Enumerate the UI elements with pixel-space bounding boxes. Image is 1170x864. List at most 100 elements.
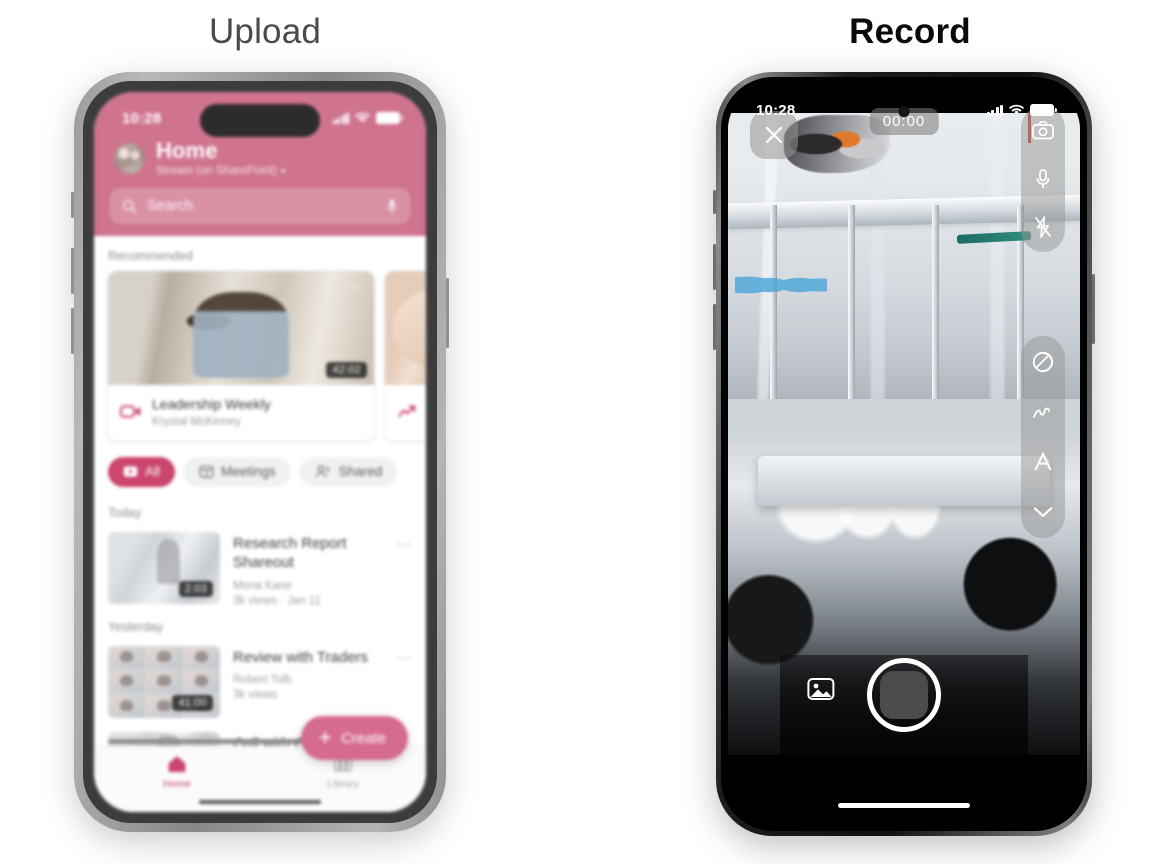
mute-switch[interactable] [71, 192, 74, 218]
flash-off-icon[interactable] [1030, 214, 1056, 240]
camera-tools-top[interactable] [1021, 106, 1065, 252]
camera-record-app: 10:28 00:00 [728, 84, 1080, 824]
wifi-icon [1009, 104, 1024, 115]
avatar[interactable] [114, 142, 145, 174]
chevron-down-icon[interactable] [1030, 499, 1056, 525]
phone-record: 10:28 00:00 [713, 72, 1095, 836]
more-options-icon[interactable]: ⋯ [349, 278, 365, 296]
recommended-label: Recommended [108, 249, 193, 264]
status-indicators [332, 112, 403, 124]
filter-chips[interactable]: All Meetings Shared [94, 441, 426, 493]
video-camera-icon [120, 405, 141, 419]
caption-record: Record [849, 12, 971, 51]
home-indicator [199, 799, 321, 804]
calendar-icon [199, 466, 214, 479]
tab-home[interactable]: Home [94, 754, 260, 790]
group-label-today: Today [108, 505, 142, 520]
search-input[interactable]: Search [110, 188, 410, 225]
phone-upload: 10:28 Home Stream (on SharePoint) ▾ Sear… [71, 72, 449, 832]
viewfinder-blue-components [735, 263, 827, 307]
recommended-card-meta: Tre Cha [385, 385, 426, 441]
recommended-card-meta: Leadership Weekly Krystal McKinney [108, 385, 374, 441]
play-icon [123, 466, 138, 477]
tab-label: Home [162, 778, 191, 790]
filter-chip-all[interactable]: All [108, 456, 176, 487]
volume-up-button[interactable] [71, 248, 74, 294]
filter-chip-shared[interactable]: Shared [299, 456, 398, 487]
video-thumbnail: 41:00 [108, 645, 220, 718]
status-time: 10:28 [122, 109, 162, 127]
battery-icon [376, 112, 403, 124]
more-options-icon[interactable]: ⋯ [396, 646, 412, 718]
record-button[interactable] [867, 658, 941, 732]
text-a-icon[interactable] [1030, 449, 1056, 475]
volume-down-button[interactable] [71, 308, 74, 354]
header-title-row: Home Stream (on SharePoint) ▾ [110, 134, 410, 177]
list-item[interactable]: 2:03 Research Report Shareout Mona Kane … [94, 528, 426, 607]
more-options-icon[interactable]: ⋯ [396, 532, 412, 607]
ink-pen-icon[interactable] [1030, 399, 1056, 425]
video-thumbnail: 2:03 [108, 531, 220, 604]
video-thumbnail [385, 271, 426, 386]
stream-home-app: 10:28 Home Stream (on SharePoint) ▾ Sear… [94, 92, 426, 812]
search-placeholder: Search [147, 198, 193, 215]
battery-icon [1030, 104, 1057, 116]
status-time: 10:28 [756, 101, 796, 119]
caption-upload: Upload [208, 12, 322, 51]
recommended-card[interactable]: Tre Cha [385, 271, 426, 441]
microphone-icon[interactable] [1030, 166, 1056, 192]
wifi-icon [355, 112, 370, 123]
camera-tools-bottom[interactable] [1021, 336, 1065, 538]
create-button-label: Create [340, 729, 386, 747]
cellular-bars-icon [332, 112, 349, 124]
tab-label: Library [326, 778, 360, 790]
mute-switch[interactable] [713, 190, 716, 214]
close-icon [765, 126, 783, 144]
header-subtitle-label: Stream (on SharePoint) [156, 165, 277, 178]
recommended-card[interactable]: ⋯ 42:02 Leadership Weekly Krystal McKinn… [108, 271, 374, 441]
video-stats: 3k views [233, 689, 278, 702]
recommended-carousel[interactable]: ⋯ 42:02 Leadership Weekly Krystal McKinn… [94, 271, 426, 441]
duration-badge: 2:03 [178, 580, 213, 597]
power-button[interactable] [1092, 274, 1095, 344]
phone-screen-upload: 10:28 Home Stream (on SharePoint) ▾ Sear… [94, 92, 426, 812]
list-item-info: Review with Traders Robert Tolb 3k views [233, 646, 383, 718]
home-icon [168, 756, 186, 772]
status-bar: 10:28 [728, 84, 1080, 126]
video-title: Research Report Shareout [233, 534, 347, 572]
video-author: Robert Tolb [233, 674, 292, 687]
filter-chip-label: Shared [338, 464, 383, 480]
phone-screen-record: 10:28 00:00 [728, 84, 1080, 824]
filter-chip-label: All [145, 464, 161, 480]
create-button[interactable]: + Create [300, 716, 408, 760]
page-title: Home [156, 138, 218, 163]
power-button[interactable] [446, 278, 449, 348]
search-icon [123, 199, 137, 213]
video-author: Krystal McKinney [152, 415, 241, 428]
list-item[interactable]: 41:00 Review with Traders Robert Tolb 3k… [94, 642, 426, 718]
duration-badge: 41:00 [172, 694, 213, 711]
trending-up-icon [398, 405, 416, 418]
list-item-info: Research Report Shareout Mona Kane 3k vi… [233, 532, 383, 607]
group-label-yesterday: Yesterday [108, 619, 164, 634]
filters-icon[interactable] [1030, 349, 1056, 375]
volume-up-button[interactable] [713, 244, 716, 290]
header-subtitle[interactable]: Stream (on SharePoint) ▾ [156, 165, 285, 177]
video-thumbnail: ⋯ 42:02 [108, 271, 374, 386]
duration-badge: 42:02 [326, 362, 367, 379]
gallery-icon[interactable] [806, 676, 836, 706]
app-content: Recommended ⋯ 42:02 Leadership Weekly Kr… [94, 236, 426, 812]
status-indicators [986, 104, 1057, 116]
video-stats: 3k views · Jan 11 [233, 594, 321, 607]
scrollbar[interactable] [108, 739, 304, 744]
screenshot-stage: Upload Record 10:28 Home Stream (on Shar… [0, 0, 1170, 864]
microphone-icon[interactable] [386, 198, 398, 214]
chevron-down-icon: ▾ [280, 165, 286, 176]
status-bar: 10:28 [94, 92, 426, 134]
video-title: Review with Traders [233, 648, 369, 666]
video-author: Mona Kane [233, 579, 292, 592]
video-title: Leadership Weekly [152, 396, 271, 413]
filter-chip-meetings[interactable]: Meetings [184, 456, 291, 487]
people-icon [315, 465, 329, 478]
volume-down-button[interactable] [713, 304, 716, 350]
